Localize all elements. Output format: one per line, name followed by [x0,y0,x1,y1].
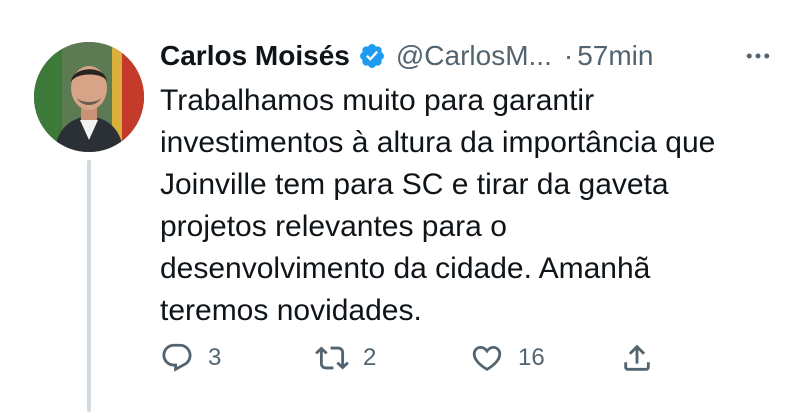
retweet-button[interactable]: 2 [315,341,470,375]
retweet-count: 2 [363,344,377,371]
retweet-icon [315,346,349,370]
like-button[interactable]: 16 [470,341,620,375]
more-dots-icon[interactable] [738,36,778,76]
tweet-actions: 3 2 16 [160,334,680,382]
heart-icon [472,345,502,371]
tweet-text: Trabalhamos muito para garantir investim… [160,84,716,327]
like-count: 16 [518,344,545,371]
share-icon [624,344,650,371]
author-handle[interactable]: @CarlosM... [396,40,552,72]
share-button[interactable] [620,341,680,375]
avatar-photo [34,42,144,152]
author-name[interactable]: Carlos Moisés [160,40,350,72]
verified-badge-icon [358,42,386,70]
tweet-header: Carlos Moisés @CarlosM... · 57min [160,36,770,76]
reply-icon [162,343,192,372]
reply-button[interactable]: 3 [160,341,315,375]
separator-dot: · [563,40,574,71]
thread-line [87,160,91,412]
tweet[interactable]: Carlos Moisés @CarlosM... · 57min Trabal… [0,0,800,412]
reply-count: 3 [208,344,222,371]
avatar[interactable] [34,42,144,152]
tweet-timestamp[interactable]: 57min [577,40,653,72]
